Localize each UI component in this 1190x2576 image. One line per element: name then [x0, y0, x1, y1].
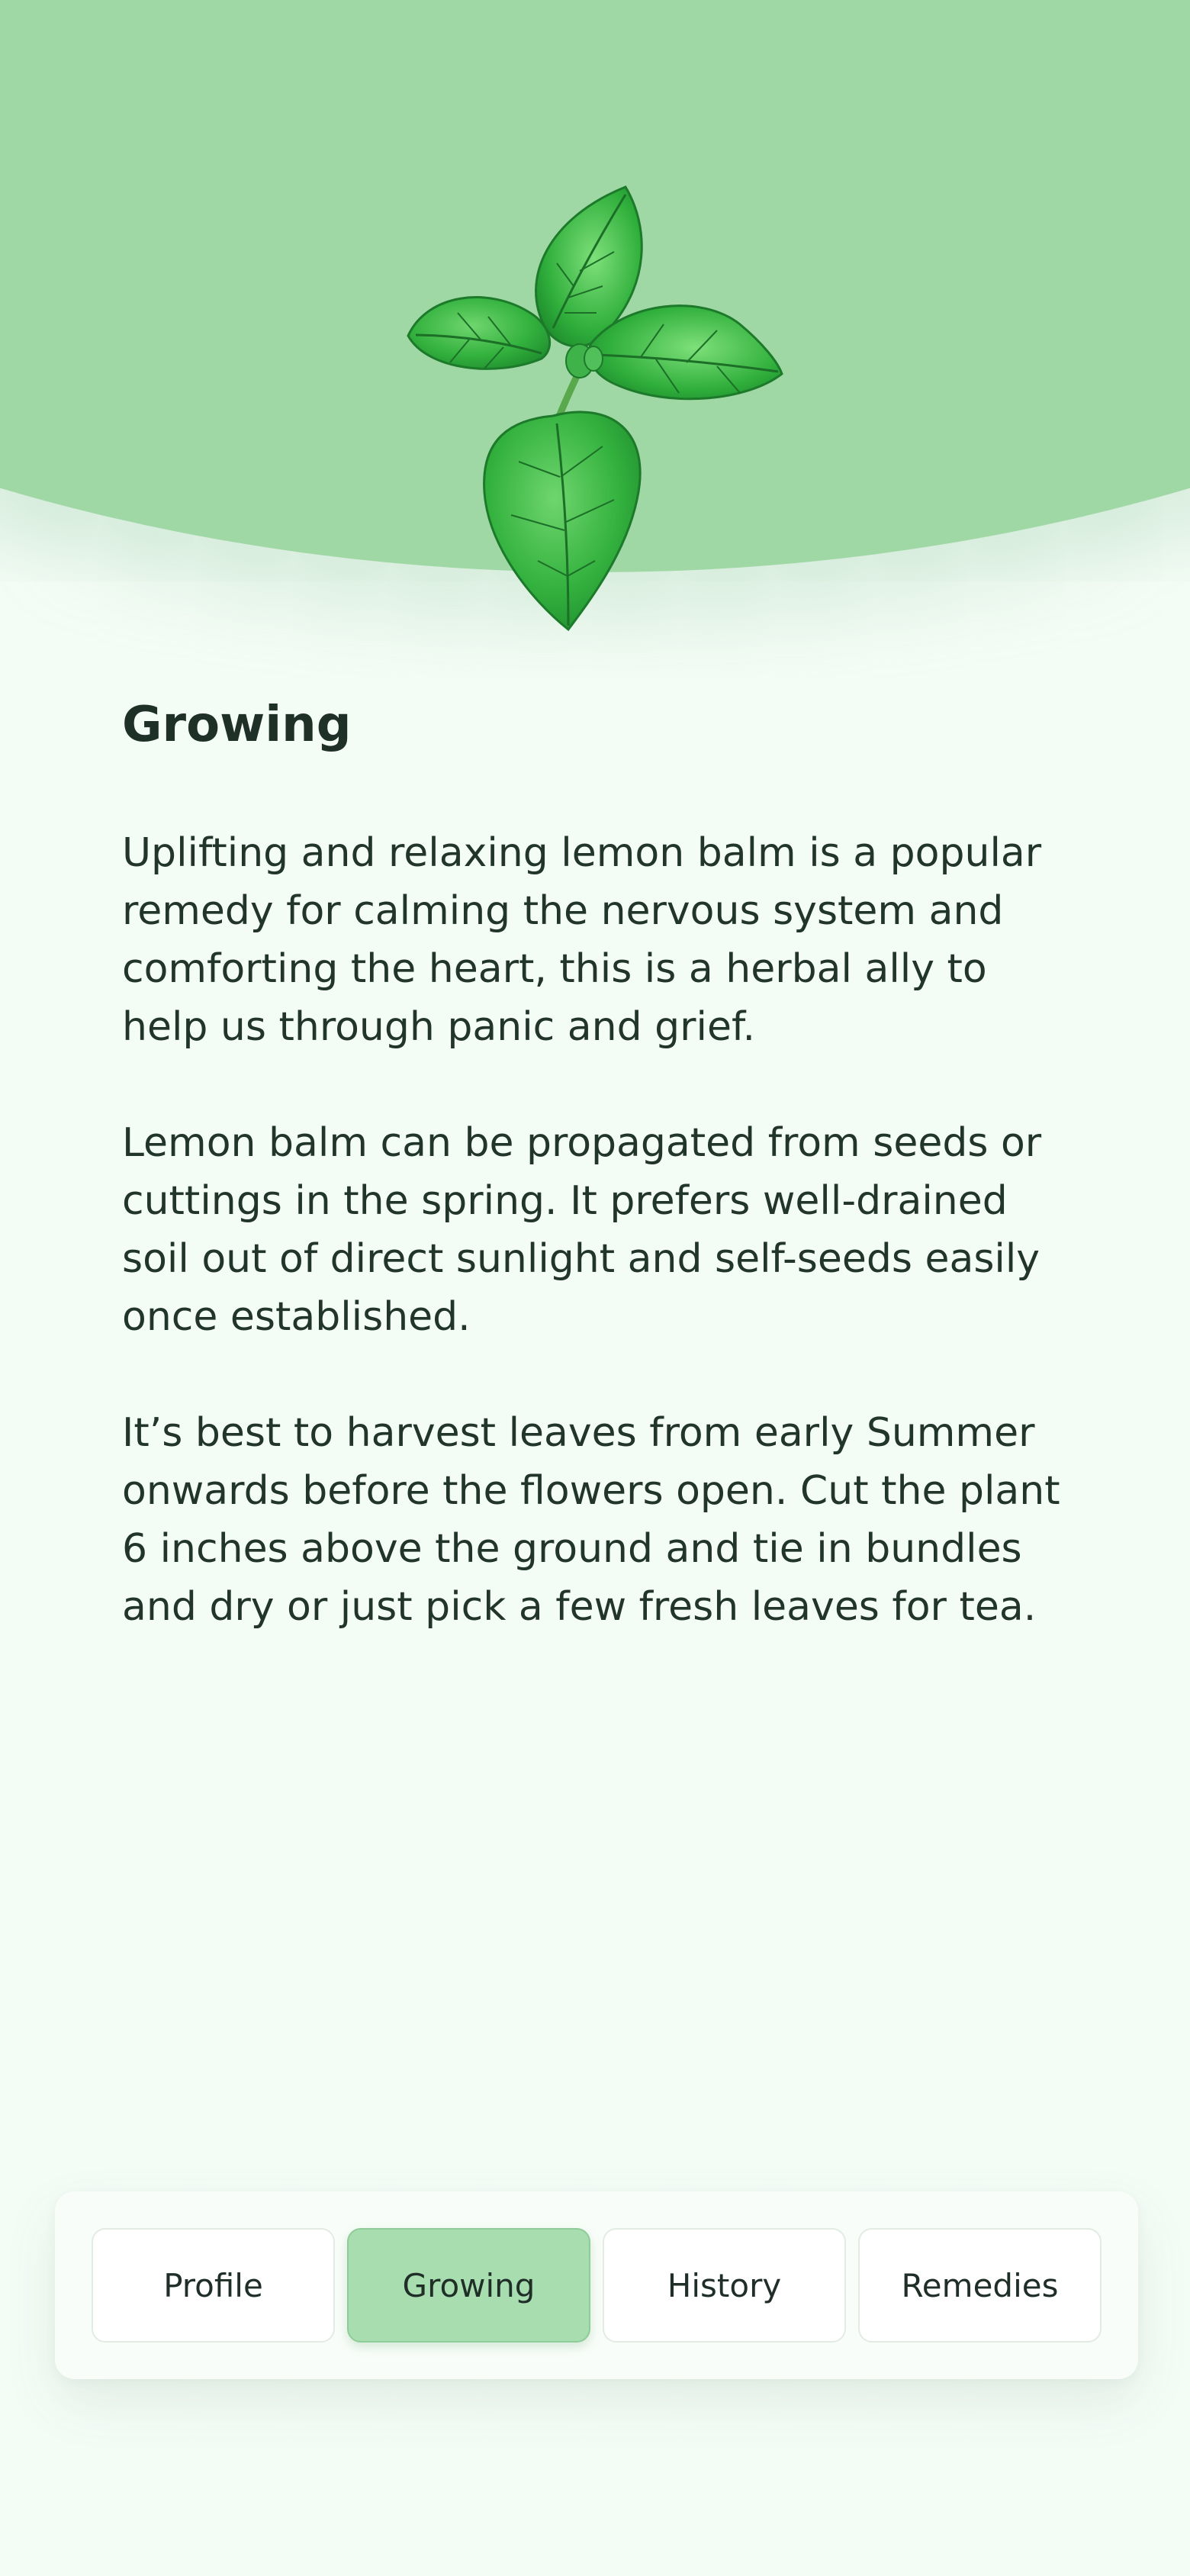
- tab-remedies[interactable]: Remedies: [858, 2228, 1102, 2343]
- lemon-balm-leaves-icon: [407, 185, 783, 632]
- page-title: Growing: [122, 697, 352, 753]
- harvest-paragraph: It’s best to harvest leaves from early S…: [122, 1410, 1060, 1630]
- tab-history[interactable]: History: [603, 2228, 846, 2343]
- tab-growing[interactable]: Growing: [347, 2228, 590, 2343]
- header-banner: [0, 0, 1190, 687]
- propagation-paragraph: Lemon balm can be propagated from seeds …: [122, 1120, 1042, 1340]
- intro-paragraph: Uplifting and relaxing lemon balm is a p…: [122, 830, 1042, 1050]
- tab-profile[interactable]: Profile: [92, 2228, 335, 2343]
- growing-section: Growing Uplifting and relaxing lemon bal…: [122, 691, 1083, 1636]
- bottom-tab-bar: Profile Growing History Remedies: [55, 2191, 1138, 2379]
